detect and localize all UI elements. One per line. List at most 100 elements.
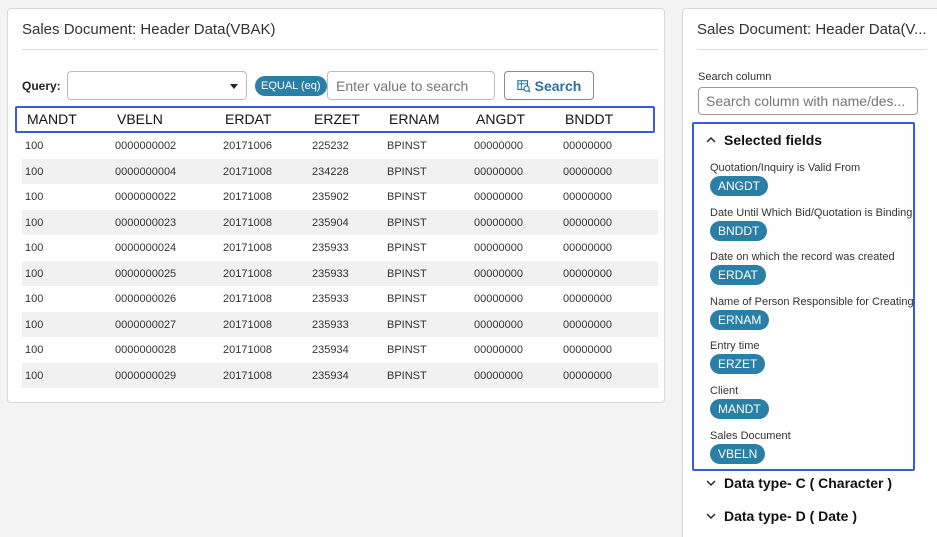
table-row[interactable]: 100 0000000004 20171008 234228 BPINST 0000000…: [22, 158, 658, 184]
table-cell: 00000000: [563, 242, 612, 254]
table-cell: BPINST: [387, 293, 427, 305]
search-value-input[interactable]: [327, 71, 495, 100]
query-label: Query:: [22, 79, 61, 93]
table-cell: 20171008: [223, 191, 272, 203]
table-row[interactable]: 100 0000000002 20171006 225232 BPINST 0000000…: [22, 133, 658, 159]
column-header[interactable]: MANDT: [27, 111, 77, 127]
column-header[interactable]: ANGDT: [476, 111, 525, 127]
table-cell: BPINST: [387, 242, 427, 254]
column-header[interactable]: ERZET: [314, 111, 360, 127]
table-cell: BPINST: [387, 140, 427, 152]
selected-field: Quotation/Inquiry is Valid From ANGDT: [710, 162, 860, 196]
table-cell: 0000000023: [115, 216, 177, 229]
table-cell: 00000000: [563, 191, 612, 203]
field-chip[interactable]: BNDDT: [710, 221, 768, 241]
table-cell: 0000000026: [115, 293, 177, 305]
table-header-row: MANDT VBELN ERDAT ERZET ERNAM ANGDT BNDD…: [15, 106, 655, 133]
table-cell: 0000000025: [115, 267, 177, 280]
table-cell: 235934: [312, 344, 349, 356]
data-type-c-toggle[interactable]: Data type- C ( Character ): [706, 475, 892, 491]
table-cell: 235933: [312, 293, 349, 305]
table-cell: 235933: [312, 318, 349, 331]
table-cell: BPINST: [387, 191, 427, 203]
table-cell: 00000000: [563, 165, 612, 178]
table-cell: 00000000: [563, 369, 612, 382]
field-chip[interactable]: ERZET: [710, 354, 766, 374]
search-button-label: Search: [534, 77, 582, 94]
panel-title: Sales Document: Header Data(V...: [697, 21, 927, 38]
table-row[interactable]: 100 0000000022 20171008 235902 BPINST 0000000…: [22, 184, 658, 210]
field-description: Name of Person Responsible for Creating …: [710, 296, 914, 308]
query-field-select[interactable]: [67, 71, 247, 100]
table-cell: 00000000: [474, 216, 523, 229]
table-cell: 00000000: [474, 344, 523, 356]
table-cell: 00000000: [474, 293, 523, 305]
table-cell: 20171008: [223, 318, 272, 331]
table-cell: 235933: [312, 242, 349, 254]
table-row[interactable]: 100 0000000026 20171008 235933 BPINST 0000000…: [22, 286, 658, 312]
selected-field: Sales Document VBELN: [710, 430, 791, 464]
table-row[interactable]: 100 0000000023 20171008 235904 BPINST 0000000…: [22, 209, 658, 235]
field-description: Client: [710, 385, 739, 397]
chevron-up-icon: [706, 137, 716, 143]
selected-field: Name of Person Responsible for Creating …: [710, 296, 914, 330]
field-chip[interactable]: MANDT: [710, 399, 769, 419]
table-cell: 100: [25, 191, 44, 203]
table-cell: 20171008: [223, 242, 272, 254]
table-cell: 00000000: [474, 318, 523, 331]
chevron-down-icon: [706, 513, 716, 519]
divider: [22, 49, 658, 50]
field-description: Date on which the record was created: [710, 251, 895, 263]
column-header[interactable]: ERNAM: [389, 111, 440, 127]
table-cell: 235902: [312, 191, 349, 203]
table-cell: 100: [25, 216, 44, 229]
column-header[interactable]: ERDAT: [225, 111, 271, 127]
table-row[interactable]: 100 0000000024 20171008 235933 BPINST 0000000…: [22, 235, 658, 261]
table-cell: 100: [25, 165, 44, 178]
field-chip[interactable]: VBELN: [710, 444, 766, 464]
table-cell: 235934: [312, 369, 349, 382]
table-cell: 00000000: [563, 140, 612, 152]
table-cell: 20171008: [223, 293, 272, 305]
search-button[interactable]: Search: [504, 71, 594, 100]
table-cell: 20171006: [223, 140, 272, 152]
selected-fields-label: Selected fields: [724, 132, 823, 148]
table-cell: BPINST: [387, 165, 427, 178]
table-cell: 00000000: [563, 267, 612, 280]
table-cell: 225232: [312, 140, 349, 152]
column-header[interactable]: VBELN: [117, 111, 163, 127]
selected-fields-toggle[interactable]: Selected fields: [706, 132, 822, 148]
column-header[interactable]: BNDDT: [565, 111, 613, 127]
table-cell: 00000000: [474, 140, 523, 152]
table-cell: 00000000: [563, 318, 612, 331]
table-cell: 00000000: [474, 191, 523, 203]
table-row[interactable]: 100 0000000025 20171008 235933 BPINST 0000000…: [22, 260, 658, 286]
data-type-d-toggle[interactable]: Data type- D ( Date ): [706, 508, 857, 524]
table-cell: 20171008: [223, 216, 272, 229]
field-chip[interactable]: ERDAT: [710, 265, 766, 285]
table-row[interactable]: 100 0000000029 20171008 235934 BPINST 0000000…: [22, 362, 658, 388]
field-chip[interactable]: ANGDT: [710, 176, 768, 196]
table-cell: 100: [25, 318, 44, 331]
table-row[interactable]: 100 0000000027 20171008 235933 BPINST 0000000…: [22, 311, 658, 337]
table-cell: 00000000: [474, 242, 523, 254]
selected-field: Date on which the record was created ERD…: [710, 251, 895, 285]
table-search-icon: [516, 79, 531, 93]
field-description: Date Until Which Bid/Quotation is Bindin…: [710, 207, 913, 219]
table-cell: 234228: [312, 165, 349, 178]
selected-field: Date Until Which Bid/Quotation is Bindin…: [710, 207, 913, 241]
table-cell: BPINST: [387, 344, 427, 356]
table-cell: 20171008: [223, 344, 272, 356]
table-cell: BPINST: [387, 318, 427, 331]
panel-title: Sales Document: Header Data(VBAK): [22, 21, 276, 38]
field-chip[interactable]: ERNAM: [710, 310, 770, 330]
table-row[interactable]: 100 0000000028 20171008 235934 BPINST 0000000…: [22, 337, 658, 363]
table-cell: 20171008: [223, 369, 272, 382]
table-cell: BPINST: [387, 369, 427, 382]
table-cell: 0000000027: [115, 318, 177, 331]
search-column-input[interactable]: [698, 87, 918, 115]
table-body: 100 0000000002 20171006 225232 BPINST 0000000…: [22, 133, 658, 388]
operator-chip[interactable]: EQUAL (eq): [255, 76, 327, 96]
divider: [697, 49, 927, 50]
table-cell: 100: [25, 242, 44, 254]
